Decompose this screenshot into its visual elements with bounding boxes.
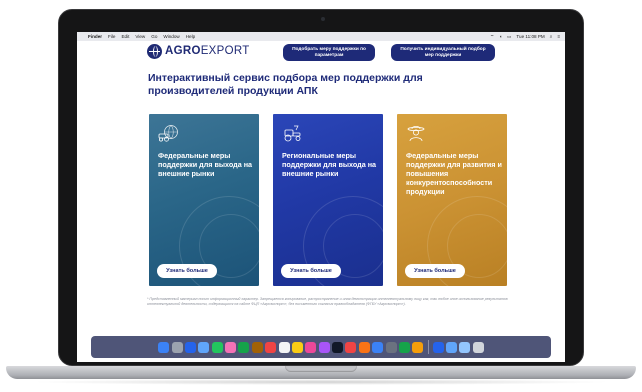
downloads-folder-icon[interactable] bbox=[446, 341, 458, 353]
documents-folder-icon[interactable] bbox=[459, 341, 471, 353]
menu-help[interactable]: Help bbox=[186, 34, 195, 39]
books-icon[interactable] bbox=[358, 341, 370, 353]
control-center-icon[interactable]: ≡ bbox=[557, 34, 560, 39]
laptop-screen: Finder File Edit View Go Window Help ⌔ ◖… bbox=[77, 32, 565, 362]
numbers-icon[interactable] bbox=[398, 341, 410, 353]
battery-icon[interactable]: ▭ bbox=[507, 34, 511, 40]
pages-icon[interactable] bbox=[412, 341, 424, 353]
card-regional-export[interactable]: Региональные меры поддержки для выхода н… bbox=[273, 114, 383, 286]
laptop-shadow bbox=[30, 379, 612, 385]
laptop-base-notch bbox=[285, 366, 357, 372]
farmer-icon bbox=[407, 125, 425, 142]
camera-dot bbox=[321, 17, 325, 21]
launchpad-icon[interactable] bbox=[171, 341, 183, 353]
facetime-icon[interactable] bbox=[238, 341, 250, 353]
menu-edit[interactable]: Edit bbox=[121, 34, 129, 39]
trash-icon[interactable] bbox=[472, 341, 484, 353]
laptop-mockup: Finder File Edit View Go Window Help ⌔ ◖… bbox=[0, 0, 642, 392]
tv-icon[interactable] bbox=[332, 341, 344, 353]
mail-icon[interactable] bbox=[198, 341, 210, 353]
card-title: Региональные меры поддержки для выхода н… bbox=[282, 151, 377, 178]
card-title: Федеральные меры поддержки для развития … bbox=[406, 151, 502, 196]
volume-icon[interactable]: ◖ bbox=[499, 34, 502, 39]
card-title: Федеральные меры поддержки для выхода на… bbox=[158, 151, 253, 178]
clock-label[interactable]: Tue 11:08 PM bbox=[516, 34, 544, 39]
individual-selection-button[interactable]: Получить индивидуальный подбор мер подде… bbox=[391, 44, 495, 61]
music-icon[interactable] bbox=[305, 341, 317, 353]
menu-window[interactable]: Window bbox=[163, 34, 179, 39]
disclaimer-text: * Представленный материал носит информац… bbox=[147, 297, 508, 307]
card-federal-export[interactable]: Федеральные меры поддержки для выхода на… bbox=[149, 114, 259, 286]
learn-more-button[interactable]: Узнать больше bbox=[157, 264, 217, 278]
tractor-icon bbox=[284, 125, 301, 142]
agroexport-logo[interactable]: AGRO EXPORT bbox=[147, 43, 250, 59]
app-store-icon[interactable] bbox=[372, 341, 384, 353]
page-title: Интерактивный сервис подбора мер поддерж… bbox=[148, 72, 423, 97]
contacts-icon[interactable] bbox=[251, 341, 263, 353]
keynote-icon[interactable] bbox=[432, 341, 444, 353]
maps-icon[interactable] bbox=[211, 341, 223, 353]
site-header: AGRO EXPORT Подобрать меру поддержки по … bbox=[77, 41, 565, 64]
menu-file[interactable]: File bbox=[108, 34, 115, 39]
logo-text-light: EXPORT bbox=[200, 45, 250, 57]
status-area: ⌔ ◖ ▭ Tue 11:08 PM ⌕ ≡ bbox=[485, 34, 560, 40]
macos-dock bbox=[91, 336, 551, 358]
podcasts-icon[interactable] bbox=[318, 341, 330, 353]
dock-separator bbox=[427, 340, 429, 354]
logo-text-bold: AGRO bbox=[165, 45, 201, 57]
photos-icon[interactable] bbox=[225, 341, 237, 353]
calendar-icon[interactable] bbox=[265, 341, 277, 353]
wifi-icon[interactable]: ⌔ bbox=[490, 34, 494, 40]
globe-logo-icon bbox=[147, 43, 162, 59]
globe-tractor-icon bbox=[158, 125, 178, 142]
menu-app-finder[interactable]: Finder bbox=[88, 34, 102, 39]
menu-view[interactable]: View bbox=[135, 34, 145, 39]
reminders-icon[interactable] bbox=[278, 341, 290, 353]
card-federal-competitiveness[interactable]: Федеральные меры поддержки для развития … bbox=[397, 114, 507, 286]
news-icon[interactable] bbox=[345, 341, 357, 353]
notes-icon[interactable] bbox=[291, 341, 303, 353]
spotlight-icon[interactable]: ⌕ bbox=[550, 34, 553, 39]
safari-icon[interactable] bbox=[184, 341, 196, 353]
menu-go[interactable]: Go bbox=[151, 34, 157, 39]
learn-more-button[interactable]: Узнать больше bbox=[281, 264, 341, 278]
system-preferences-icon[interactable] bbox=[385, 341, 397, 353]
macos-menu-bar: Finder File Edit View Go Window Help ⌔ ◖… bbox=[77, 32, 565, 41]
finder-icon[interactable] bbox=[158, 341, 170, 353]
learn-more-button[interactable]: Узнать больше bbox=[405, 264, 465, 278]
select-by-parameters-button[interactable]: Подобрать меру поддержки по параметрам bbox=[283, 44, 375, 61]
